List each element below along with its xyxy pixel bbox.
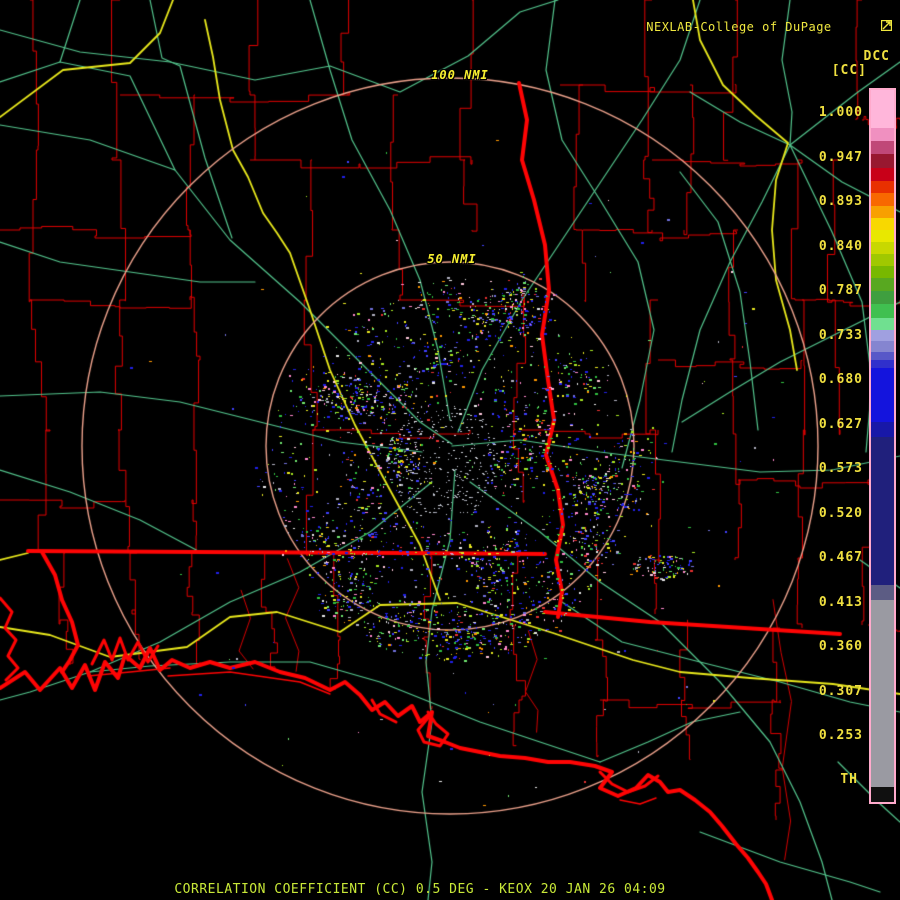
box-arrow-icon [835,6,893,48]
colorbar-segment [871,168,894,181]
colorbar-tick-label: 0.253 [818,728,863,743]
colorbar-tick-label: 0.573 [818,461,863,476]
colorbar-tick-label: 0.787 [818,283,863,298]
colorbar-tick-label: 0.360 [818,639,863,654]
colorbar-segment [871,787,894,802]
colorbar-segment [871,278,894,291]
colorbar-segment [871,318,894,330]
site-title: NEXLAB-College of DuPage [646,6,893,48]
colorbar-tick-label: 0.520 [818,505,863,521]
colorbar-segment [871,291,894,304]
range-ring-label-100nmi: 100 NMI [431,68,489,82]
colorbar-segment [871,600,894,787]
colorbar-tick-label: 0.947 [818,149,863,165]
colorbar [869,88,896,804]
product-caption: CORRELATION COEFFICIENT (CC) 0.5 DEG - K… [174,882,666,897]
colorbar-tick-label: 0.733 [818,327,863,343]
site-title-text: NEXLAB-College of DuPage [646,20,832,34]
colorbar-tick-label: 0.680 [818,372,863,387]
colorbar-tick-label: 0.467 [818,550,863,565]
colorbar-segment [871,141,894,154]
colorbar-segment [871,254,894,266]
colorbar-segment [871,330,894,341]
colorbar-segment [871,360,894,368]
colorbar-tick-label: 0.893 [818,194,863,209]
colorbar-segment [871,585,894,600]
colorbar-segment [871,154,894,168]
colorbar-segment [871,193,894,206]
radar-viewer: NEXLAB-College of DuPage DCC [CC] 100 NM… [0,0,900,900]
colorbar-segment [871,128,894,141]
colorbar-tick-label: 0.413 [818,594,863,610]
colorbar-tick-label: 0.840 [818,238,863,254]
colorbar-tick-label: 0.627 [818,416,863,432]
product-unit-label: [CC] [831,63,867,78]
colorbar-segment [871,422,894,437]
colorbar-segment [871,90,894,128]
colorbar-segment [871,368,894,422]
colorbar-segment [871,230,894,242]
colorbar-tick-label: 0.307 [818,683,863,699]
colorbar-segment [871,218,894,230]
range-ring-label-50nmi: 50 NMI [427,252,477,266]
colorbar-segment [871,242,894,254]
colorbar-segment [871,341,894,352]
colorbar-segment [871,304,894,318]
colorbar-segment [871,266,894,278]
radar-map-canvas [0,0,900,900]
colorbar-segment [871,206,894,218]
colorbar-segment [871,437,894,585]
colorbar-tick-label: 1.000 [818,105,863,120]
colorbar-segment [871,352,894,360]
product-code-label: DCC [863,49,890,64]
colorbar-segment [871,181,894,193]
colorbar-threshold-label: TH [840,772,858,787]
